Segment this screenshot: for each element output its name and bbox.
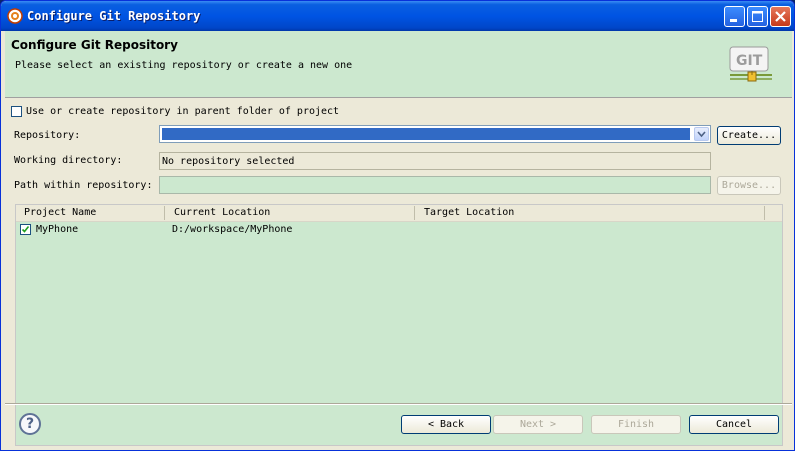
create-button-label: Create... <box>721 130 777 141</box>
table-row[interactable]: MyPhone D:/workspace/MyPhone <box>16 222 782 238</box>
configure-git-dialog: Configure Git Repository Configure Git R… <box>0 0 795 451</box>
next-button[interactable]: Next > <box>493 415 583 434</box>
row-checkbox[interactable] <box>20 224 31 235</box>
page-title: Configure Git Repository <box>11 38 178 52</box>
use-parent-folder-label[interactable]: Use or create repository in parent folde… <box>26 106 339 117</box>
repository-selection <box>162 128 690 140</box>
repository-label: Repository: <box>14 130 81 141</box>
cancel-button-label: Cancel <box>715 419 753 430</box>
browse-button[interactable]: Browse... <box>717 176 781 195</box>
back-button[interactable]: < Back <box>401 415 491 434</box>
maximize-button[interactable] <box>747 6 768 27</box>
column-separator[interactable] <box>764 206 765 220</box>
projects-table: Project Name Current Location Target Loc… <box>15 204 783 446</box>
project-name-cell: MyPhone <box>36 224 79 235</box>
eclipse-icon <box>7 8 23 24</box>
column-header-target-location[interactable]: Target Location <box>424 207 514 218</box>
path-within-repository-input[interactable] <box>159 176 711 194</box>
current-location-cell: D:/workspace/MyPhone <box>172 224 293 235</box>
finish-button[interactable]: Finish <box>591 415 681 434</box>
window-title: Configure Git Repository <box>27 9 201 23</box>
check-icon <box>21 226 30 233</box>
create-button[interactable]: Create... <box>717 126 781 145</box>
repository-combo[interactable] <box>159 125 711 143</box>
column-separator[interactable] <box>164 206 165 220</box>
git-logo: GIT <box>729 46 772 82</box>
finish-button-label: Finish <box>617 419 655 430</box>
back-button-label: < Back <box>427 419 465 430</box>
table-header: Project Name Current Location Target Loc… <box>16 205 782 222</box>
column-separator[interactable] <box>414 206 415 220</box>
help-icon[interactable]: ? <box>19 413 41 435</box>
close-button[interactable] <box>770 6 791 27</box>
column-header-project-name[interactable]: Project Name <box>24 207 96 218</box>
svg-text:GIT: GIT <box>736 53 763 69</box>
footer-divider <box>5 403 792 405</box>
column-header-current-location[interactable]: Current Location <box>174 207 270 218</box>
next-button-label: Next > <box>519 419 557 430</box>
title-bar[interactable]: Configure Git Repository <box>1 1 794 31</box>
browse-button-label: Browse... <box>721 180 777 191</box>
cancel-button[interactable]: Cancel <box>689 415 779 434</box>
path-within-repository-label: Path within repository: <box>14 180 153 191</box>
use-parent-folder-checkbox[interactable] <box>11 106 22 117</box>
wizard-header: Configure Git Repository Please select a… <box>5 31 792 98</box>
wizard-body: Use or create repository in parent folde… <box>5 98 792 446</box>
working-directory-field: No repository selected <box>159 152 711 170</box>
chevron-down-icon[interactable] <box>694 127 709 141</box>
working-directory-value: No repository selected <box>162 156 295 167</box>
minimize-button[interactable] <box>724 6 745 27</box>
page-description: Please select an existing repository or … <box>15 60 353 71</box>
working-directory-label: Working directory: <box>14 155 123 166</box>
